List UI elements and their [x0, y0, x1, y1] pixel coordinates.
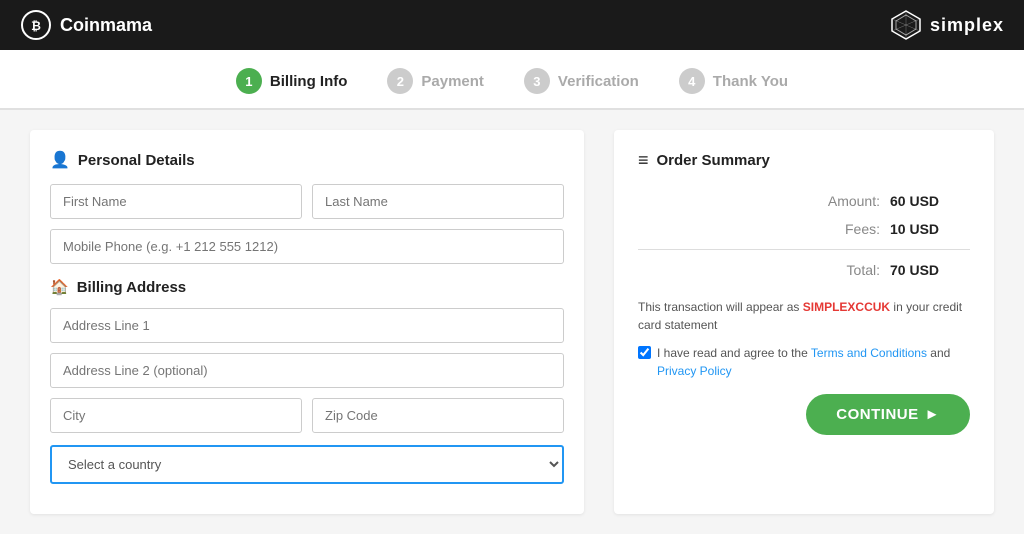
step-thank-you[interactable]: 4 Thank You — [679, 68, 788, 94]
zip-input[interactable] — [312, 398, 564, 433]
coinmama-logo-icon: ₿ — [20, 9, 52, 41]
transaction-note-prefix: This transaction will appear as — [638, 300, 803, 314]
list-icon: ≡ — [638, 150, 649, 171]
fees-row: Fees: 10 USD — [638, 215, 970, 243]
simplex-brand-text: SIMPLEXCCUK — [803, 300, 890, 314]
continue-button[interactable]: CONTINUE ► — [806, 394, 970, 435]
person-icon: 👤 — [50, 150, 70, 170]
mobile-phone-input[interactable] — [50, 229, 564, 264]
amount-label: Amount: — [638, 193, 880, 209]
address1-row — [50, 308, 564, 343]
total-label: Total: — [847, 262, 880, 278]
last-name-input[interactable] — [312, 184, 564, 219]
main-content: 👤 Personal Details 🏠 Billing Address — [0, 110, 1024, 534]
billing-address-title: 🏠 Billing Address — [50, 278, 564, 296]
total-row: Total: 70 USD — [638, 256, 970, 284]
transaction-note: This transaction will appear as SIMPLEXC… — [638, 298, 970, 334]
right-panel: ≡ Order Summary Amount: 60 USD Fees: 10 … — [614, 130, 994, 514]
personal-details-label: Personal Details — [78, 152, 195, 169]
personal-details-title: 👤 Personal Details — [50, 150, 564, 170]
name-row — [50, 184, 564, 219]
fees-label: Fees: — [638, 221, 880, 237]
address1-input[interactable] — [50, 308, 564, 343]
agree-row: I have read and agree to the Terms and C… — [638, 344, 970, 380]
privacy-link[interactable]: Privacy Policy — [657, 364, 732, 378]
continue-label: CONTINUE — [836, 406, 918, 423]
amount-row: Amount: 60 USD — [638, 187, 970, 215]
city-input[interactable] — [50, 398, 302, 433]
order-divider — [638, 249, 970, 250]
step-4-circle: 4 — [679, 68, 705, 94]
simplex-logo-icon — [890, 9, 922, 41]
steps-bar: 1 Billing Info 2 Payment 3 Verification … — [0, 50, 1024, 110]
continue-arrow-icon: ► — [925, 406, 940, 423]
step-1-label: Billing Info — [270, 73, 347, 90]
billing-address-label: Billing Address — [77, 279, 186, 296]
agree-prefix: I have read and agree to the — [657, 346, 811, 360]
country-row: Select a country — [50, 443, 564, 484]
agree-middle: and — [927, 346, 950, 360]
order-summary-label: Order Summary — [657, 152, 770, 169]
address2-input[interactable] — [50, 353, 564, 388]
coinmama-logo-text: Coinmama — [60, 15, 152, 36]
app-header: ₿ Coinmama simplex — [0, 0, 1024, 50]
coinmama-logo: ₿ Coinmama — [20, 9, 152, 41]
first-name-input[interactable] — [50, 184, 302, 219]
step-3-number: 3 — [533, 74, 540, 89]
phone-row — [50, 229, 564, 264]
agree-text: I have read and agree to the Terms and C… — [657, 344, 970, 380]
total-value: 70 USD — [890, 262, 970, 278]
step-2-label: Payment — [421, 73, 484, 90]
fees-value: 10 USD — [890, 221, 970, 237]
agree-checkbox[interactable] — [638, 346, 651, 359]
step-verification[interactable]: 3 Verification — [524, 68, 639, 94]
simplex-logo-text: simplex — [930, 15, 1004, 36]
svg-text:₿: ₿ — [31, 19, 41, 33]
amount-value: 60 USD — [890, 193, 970, 209]
step-billing-info[interactable]: 1 Billing Info — [236, 68, 347, 94]
step-payment[interactable]: 2 Payment — [387, 68, 484, 94]
step-3-label: Verification — [558, 73, 639, 90]
terms-link[interactable]: Terms and Conditions — [811, 346, 927, 360]
step-2-circle: 2 — [387, 68, 413, 94]
order-summary-title: ≡ Order Summary — [638, 150, 970, 171]
home-icon: 🏠 — [50, 278, 69, 296]
step-4-number: 4 — [688, 74, 695, 89]
step-1-circle: 1 — [236, 68, 262, 94]
country-select[interactable]: Select a country — [50, 445, 564, 484]
left-panel: 👤 Personal Details 🏠 Billing Address — [30, 130, 584, 514]
step-2-number: 2 — [397, 74, 404, 89]
simplex-logo: simplex — [890, 9, 1004, 41]
city-zip-row — [50, 398, 564, 433]
address2-row — [50, 353, 564, 388]
step-3-circle: 3 — [524, 68, 550, 94]
step-4-label: Thank You — [713, 73, 788, 90]
step-1-number: 1 — [245, 74, 252, 89]
